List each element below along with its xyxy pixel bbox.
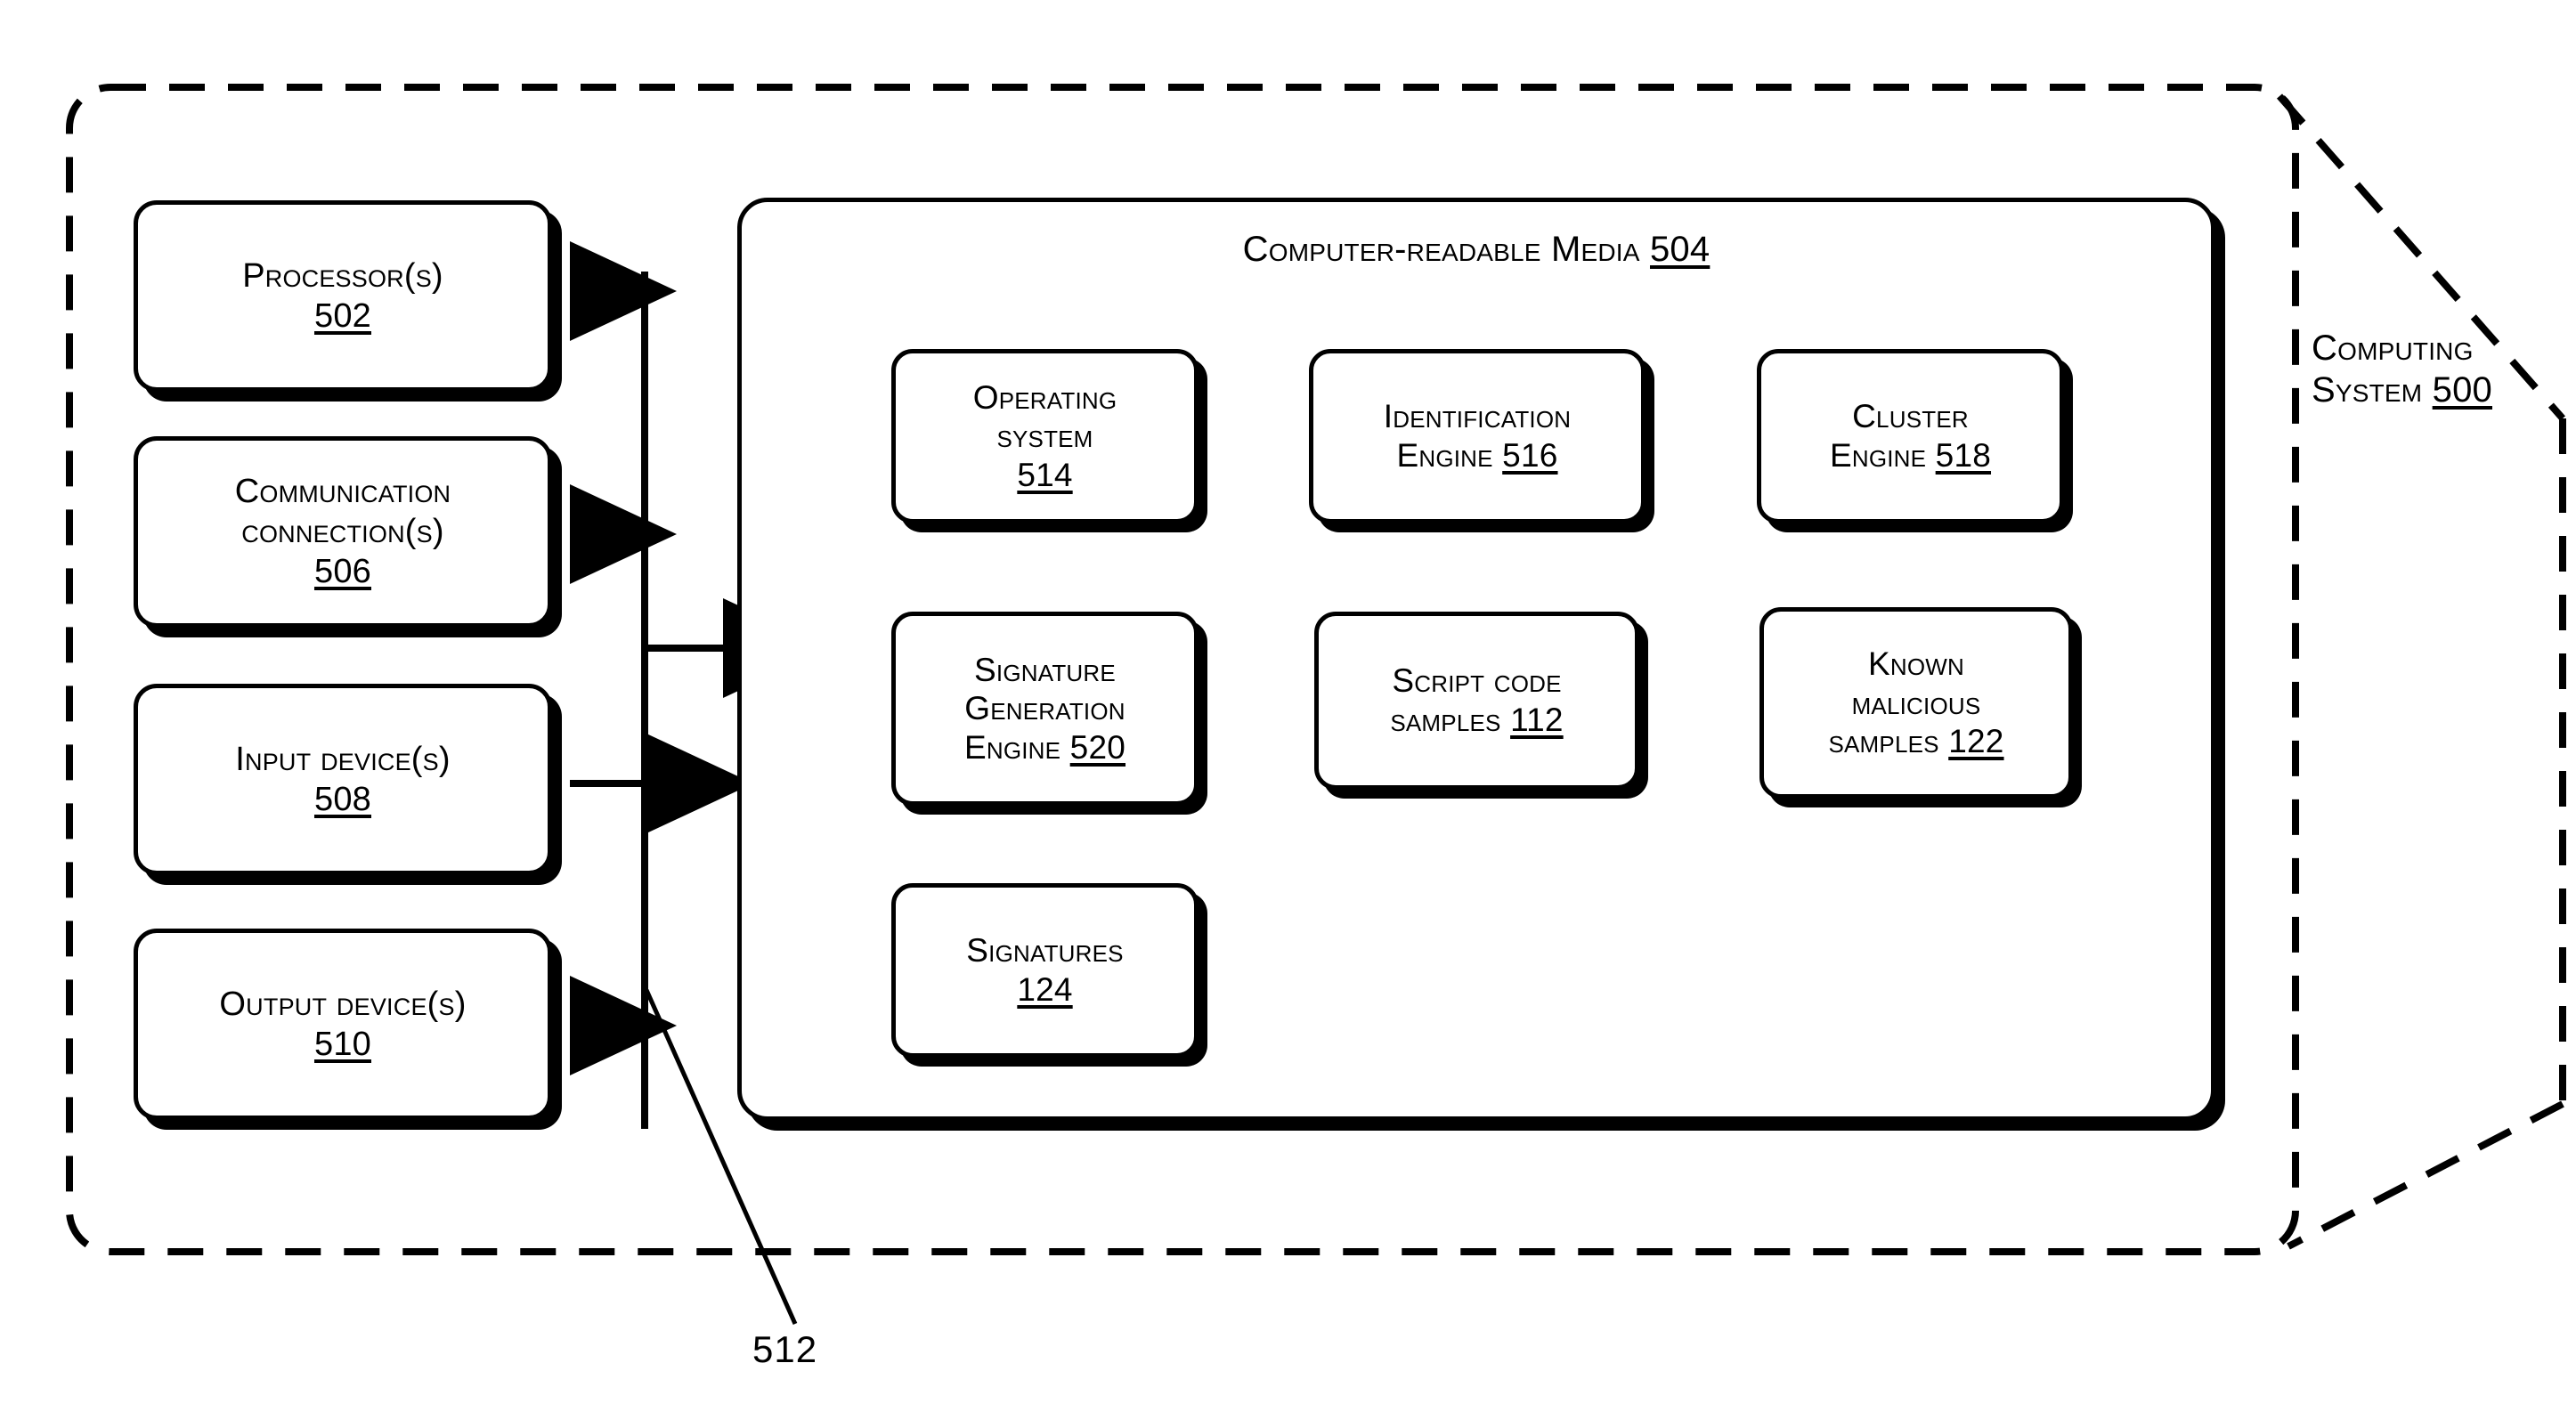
script-code-samples-block[interactable]: Script code samples 112 bbox=[1314, 612, 1639, 790]
computer-readable-media-container[interactable]: Computer-readable Media 504 Operating sy… bbox=[737, 198, 2215, 1121]
signatures-block[interactable]: Signatures 124 bbox=[891, 883, 1199, 1058]
processor-block[interactable]: Processor(s) 502 bbox=[134, 200, 552, 392]
communication-connection-label: Communication connection(s) 506 bbox=[234, 473, 451, 590]
identification-engine-block[interactable]: Identification Engine 516 bbox=[1309, 349, 1646, 523]
bus-reference-numeral: 512 bbox=[752, 1328, 818, 1370]
identification-engine-label: Identification Engine 516 bbox=[1383, 398, 1572, 474]
script-code-samples-label: Script code samples 112 bbox=[1390, 662, 1564, 738]
cluster-engine-block[interactable]: Cluster Engine 518 bbox=[1757, 349, 2064, 523]
communication-connection-block[interactable]: Communication connection(s) 506 bbox=[134, 436, 552, 628]
known-malicious-samples-label: Known malicious samples 122 bbox=[1828, 645, 2004, 760]
signature-generation-engine-label: Signature Generation Engine 520 bbox=[963, 651, 1126, 766]
input-device-label: Input device(s) 508 bbox=[235, 740, 451, 818]
patent-figure-computing-system: Processor(s) 502 Communication connectio… bbox=[0, 0, 2576, 1428]
signature-generation-engine-block[interactable]: Signature Generation Engine 520 bbox=[891, 612, 1199, 806]
dashed-depth-edge-bottom bbox=[2287, 1100, 2564, 1250]
cluster-engine-label: Cluster Engine 518 bbox=[1829, 398, 1992, 474]
operating-system-block[interactable]: Operating system 514 bbox=[891, 349, 1199, 523]
output-device-block[interactable]: Output device(s) 510 bbox=[134, 929, 552, 1120]
processor-label: Processor(s) 502 bbox=[242, 256, 443, 335]
operating-system-label: Operating system 514 bbox=[972, 378, 1117, 493]
input-device-block[interactable]: Input device(s) 508 bbox=[134, 684, 552, 875]
known-malicious-samples-block[interactable]: Known malicious samples 122 bbox=[1759, 607, 2073, 799]
computing-system-label: Computing System 500 bbox=[2312, 329, 2492, 410]
output-device-label: Output device(s) 510 bbox=[219, 985, 467, 1063]
computer-readable-media-title: Computer-readable Media 504 bbox=[1242, 230, 1711, 269]
signatures-label: Signatures 124 bbox=[966, 932, 1124, 1008]
